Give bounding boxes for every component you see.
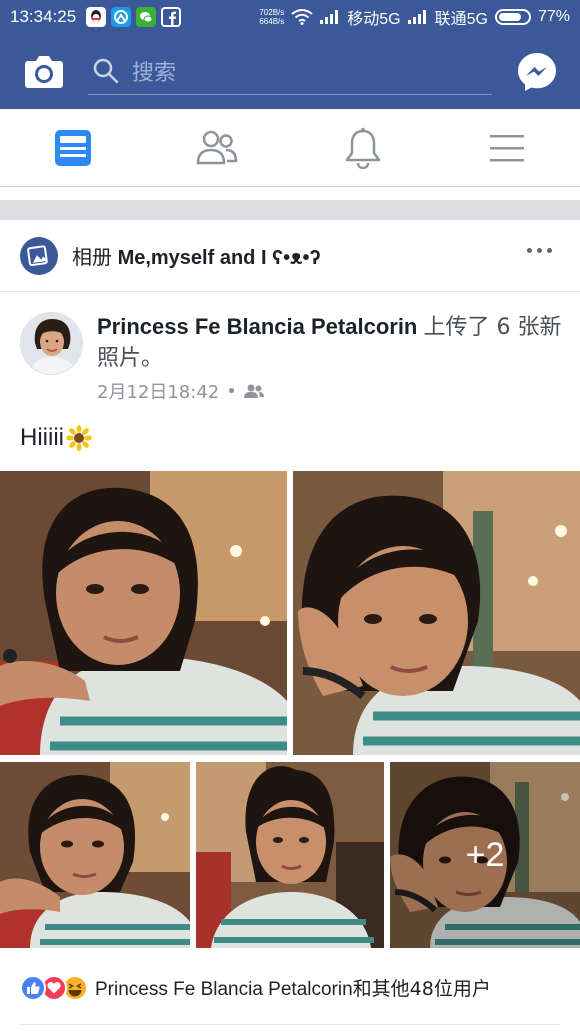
browser-icon bbox=[111, 6, 132, 27]
photo-1[interactable] bbox=[0, 471, 287, 755]
album-title[interactable]: 相册 Me,myself and I ʕ•ᴥ•ʔ bbox=[72, 241, 321, 270]
tab-menu[interactable] bbox=[486, 127, 528, 169]
post-text: Hiiiii bbox=[20, 424, 92, 452]
notification-icons bbox=[86, 6, 182, 27]
reactions-text[interactable]: Princess Fe Blancia Petalcorin和其他48位用户 bbox=[95, 974, 491, 1001]
messenger-icon bbox=[518, 53, 556, 91]
reactions-suffix: 和其他48位用户 bbox=[352, 978, 491, 1000]
status-time: 13:34:25 bbox=[10, 6, 77, 26]
tab-news-feed[interactable] bbox=[52, 127, 94, 169]
more-dot bbox=[537, 248, 542, 253]
post-meta: 2月12日18:42 • bbox=[97, 378, 264, 404]
divider bbox=[20, 1024, 560, 1025]
post-timestamp[interactable]: 2月12日18:42 bbox=[97, 378, 219, 404]
battery-percent: 77% bbox=[537, 7, 570, 25]
post-message: Hiiiii bbox=[20, 424, 64, 451]
camera-icon bbox=[25, 56, 63, 88]
sunflower-icon bbox=[66, 425, 92, 451]
friends-icon bbox=[196, 130, 238, 165]
camera-button[interactable] bbox=[24, 53, 64, 89]
more-photos-count[interactable]: +2 bbox=[390, 762, 580, 948]
facebook-app-icon bbox=[161, 6, 182, 27]
more-dot bbox=[527, 248, 532, 253]
signal-icon-2 bbox=[407, 9, 426, 24]
author-name[interactable]: Princess Fe Blancia Petalcorin bbox=[97, 314, 417, 339]
top-header: 搜索 bbox=[0, 33, 580, 109]
status-right: 702B/s 664B/s 移动5G 联通5G 77% bbox=[259, 5, 570, 29]
photo-3[interactable] bbox=[0, 762, 190, 948]
speed-down: 664B/s bbox=[259, 16, 285, 26]
speed-up: 702B/s bbox=[259, 7, 285, 17]
menu-icon bbox=[490, 135, 524, 162]
battery-fill bbox=[498, 12, 521, 21]
tab-notifications[interactable] bbox=[342, 127, 384, 169]
friends-audience-icon bbox=[243, 384, 264, 398]
avatar[interactable] bbox=[20, 312, 83, 375]
status-bar: 13:34:25 702B/s 664B/s 移动5G 联通5G 77% bbox=[0, 0, 580, 33]
photo-4[interactable] bbox=[196, 762, 384, 948]
battery-icon bbox=[494, 8, 531, 25]
search-icon bbox=[93, 58, 119, 83]
reactions-names: Princess Fe Blancia Petalcorin bbox=[95, 979, 353, 1000]
photo-2[interactable] bbox=[293, 471, 580, 755]
album-prefix: 相册 bbox=[72, 245, 112, 269]
meta-separator: • bbox=[226, 380, 237, 402]
feed-separator bbox=[0, 200, 580, 220]
album-header[interactable]: 相册 Me,myself and I ʕ•ᴥ•ʔ bbox=[0, 220, 580, 292]
album-icon bbox=[20, 236, 58, 275]
like-icon bbox=[20, 974, 46, 1001]
news-feed-icon bbox=[55, 130, 91, 166]
search-bar[interactable]: 搜索 bbox=[88, 47, 492, 95]
messenger-button[interactable] bbox=[516, 51, 558, 93]
wechat-icon bbox=[136, 6, 157, 27]
tab-bar bbox=[0, 109, 580, 187]
qq-icon bbox=[86, 6, 107, 27]
more-dot bbox=[547, 248, 552, 253]
album-name[interactable]: Me,myself and I ʕ•ᴥ•ʔ bbox=[118, 247, 321, 269]
carrier-1: 移动5G bbox=[347, 10, 401, 28]
post-title: Princess Fe Blancia Petalcorin 上传了 6 张新照… bbox=[97, 312, 567, 374]
network-speed: 702B/s 664B/s bbox=[259, 8, 284, 26]
reactions-summary[interactable]: Princess Fe Blancia Petalcorin和其他48位用户 bbox=[20, 974, 491, 1001]
more-options-button[interactable] bbox=[527, 248, 552, 253]
tab-friends[interactable] bbox=[196, 127, 238, 169]
photo-5[interactable]: +2 bbox=[390, 762, 580, 948]
notifications-icon bbox=[345, 127, 381, 169]
signal-icon-1 bbox=[320, 9, 339, 24]
search-input[interactable]: 搜索 bbox=[132, 55, 176, 87]
carrier-2: 联通5G bbox=[434, 10, 488, 28]
wifi-icon bbox=[291, 8, 313, 25]
